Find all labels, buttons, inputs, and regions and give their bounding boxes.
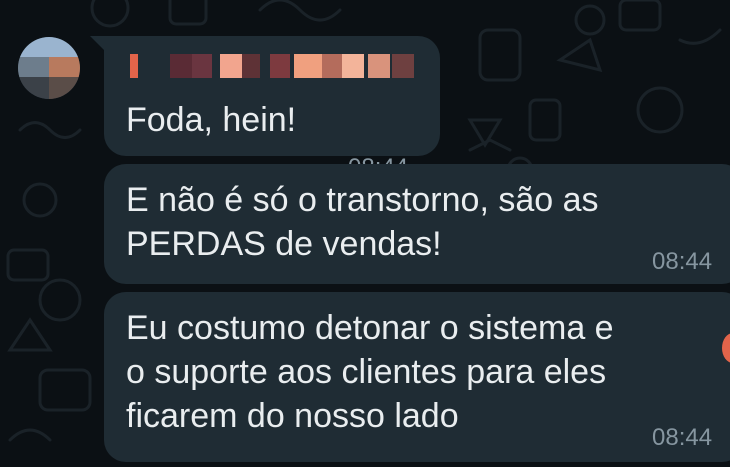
- message-bubble[interactable]: Foda, hein! 08:44: [90, 36, 440, 181]
- sender-name-redacted: [130, 54, 420, 78]
- message-time: 08:44: [652, 424, 713, 451]
- message-text: Foda, hein!: [126, 101, 297, 139]
- chat-view: Foda, hein! 08:44 E não é só o transtorn…: [0, 0, 730, 467]
- message-time: 08:44: [652, 248, 713, 275]
- message-bubble[interactable]: Eu costumo detonar o sistema e o suporte…: [104, 292, 730, 462]
- contact-avatar[interactable]: [18, 37, 80, 99]
- bubble-tail: [90, 36, 106, 52]
- message-text: Eu costumo detonar o sistema e o suporte…: [126, 309, 614, 435]
- message-text: E não é só o transtorno, são as PERDAS d…: [126, 181, 599, 263]
- message-bubble[interactable]: E não é só o transtorno, são as PERDAS d…: [104, 164, 730, 284]
